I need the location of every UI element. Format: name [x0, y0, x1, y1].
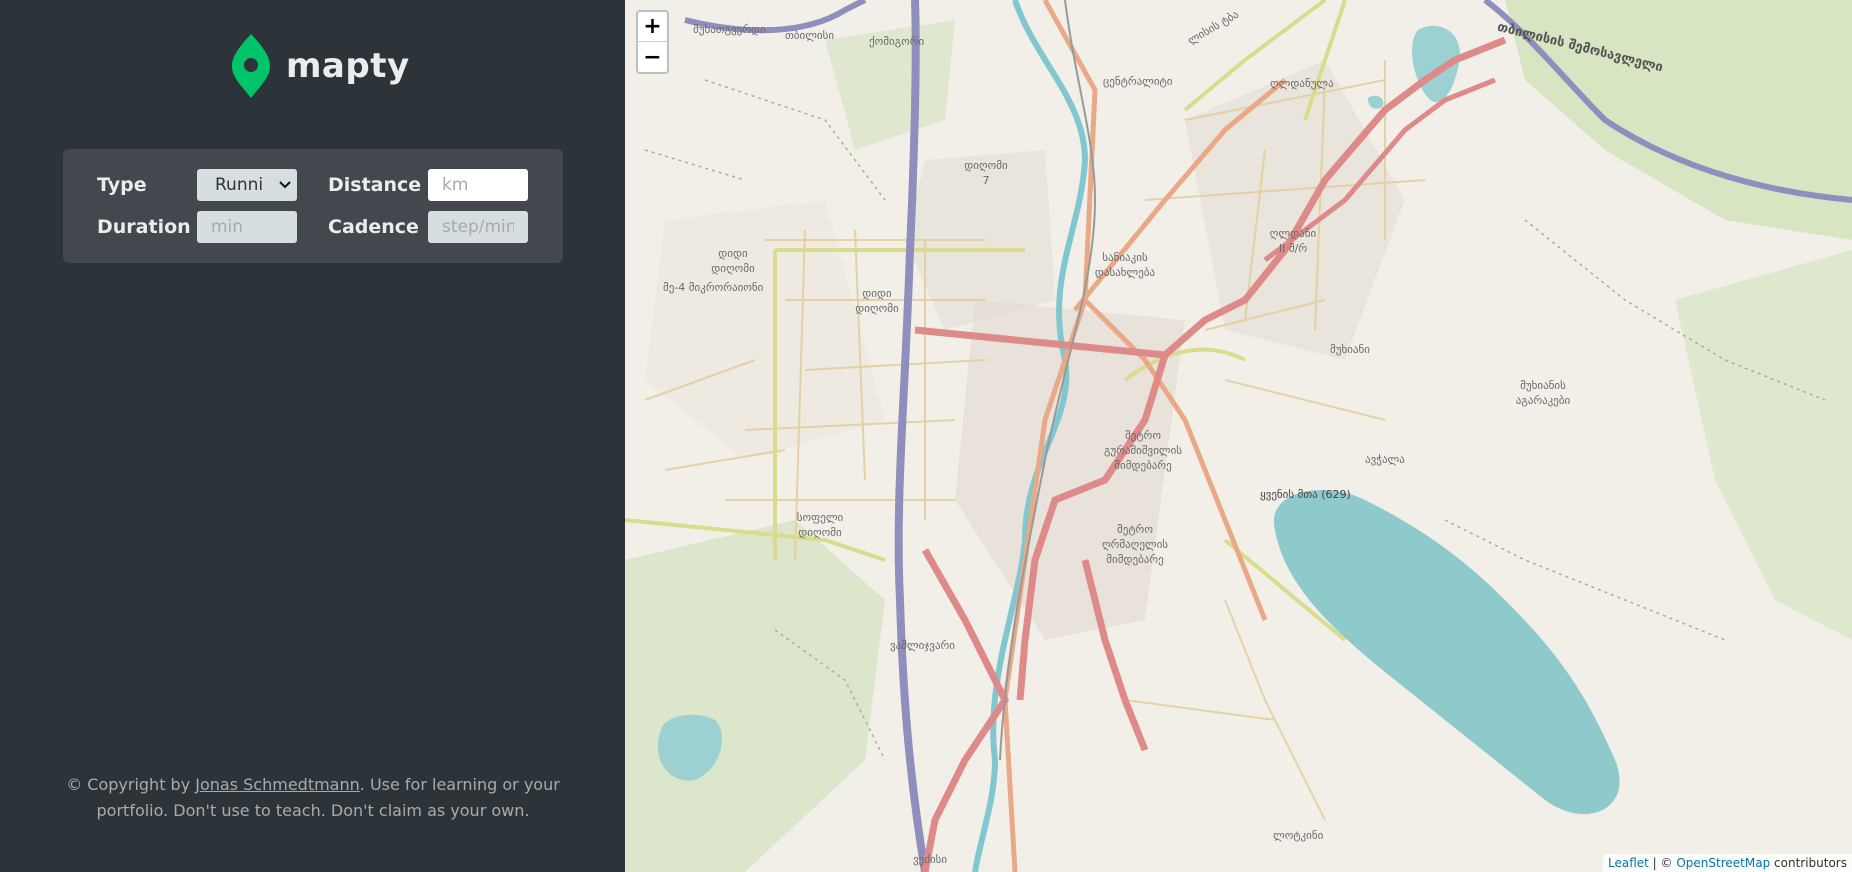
copyright-text: © Copyright by Jonas Schmedtmann. Use fo… [63, 772, 563, 824]
map-attribution: Leaflet | © OpenStreetMap contributors [1603, 854, 1852, 872]
type-select[interactable]: Runni [197, 169, 297, 201]
map-label: ყვენის მთა (629) [1260, 488, 1351, 501]
logo: mapty [230, 32, 410, 100]
chevron-down-icon [279, 181, 291, 189]
attribution-separator: | © [1648, 856, 1677, 870]
map-label: ღლდანულა [1270, 77, 1334, 90]
type-label: Type [97, 174, 147, 196]
duration-label: Duration [97, 216, 191, 238]
map-label: სანიაკის დასახლება [1094, 251, 1156, 279]
zoom-in-button[interactable]: + [638, 12, 667, 42]
cadence-input[interactable] [428, 211, 528, 243]
leaflet-link[interactable]: Leaflet [1608, 856, 1649, 870]
type-row: Type Runni [97, 169, 297, 201]
map-label: მუხიანის აგარაკები [1515, 379, 1571, 407]
duration-row: Duration [97, 211, 297, 243]
openstreetmap-link[interactable]: OpenStreetMap [1676, 856, 1770, 870]
workout-form: Type Runni Distance Duration Cadence [63, 149, 563, 263]
map-label: ვაშლიჯვარი [890, 639, 955, 652]
map-label: მუხიანი [1330, 343, 1370, 356]
sidebar: mapty Type Runni Distance Duration Caden… [0, 0, 625, 872]
map-label: მეტრო გურამიშვილის მიმდებარე [1103, 429, 1183, 472]
cadence-row: Cadence [328, 211, 528, 243]
map-label: ცენტრალიტი [1103, 75, 1173, 88]
author-link[interactable]: Jonas Schmedtmann [195, 775, 360, 794]
distance-row: Distance [328, 169, 528, 201]
type-select-value: Runni [215, 175, 264, 195]
attribution-suffix: contributors [1770, 856, 1847, 870]
map-label: მუხათგვერდი [693, 23, 766, 36]
map-label: ღლდანი II მ/რ [1269, 227, 1317, 255]
map-label: თბილისი [785, 29, 835, 42]
map[interactable]: მუხათგვერდი თბილისი ქომიგორი ცენტრალიტი … [625, 0, 1852, 872]
map-label: დიდი დიღომი [855, 287, 899, 315]
map-label: დიდი დიღომი [711, 247, 755, 275]
map-pin-icon [232, 34, 270, 98]
map-label: ვეძისი [913, 853, 948, 866]
zoom-control: + − [636, 10, 669, 74]
zoom-out-button[interactable]: − [638, 42, 667, 72]
map-label: სოფელი დიღომი [796, 511, 844, 539]
map-label: მეტრო ღრმაღელის მიმდებარე [1101, 523, 1169, 566]
map-label: ავჭალა [1365, 453, 1405, 466]
distance-label: Distance [328, 174, 422, 196]
map-label: ქომიგორი [869, 35, 925, 48]
map-label: მე-4 მიკრორაიონი [663, 281, 764, 294]
duration-input[interactable] [197, 211, 297, 243]
distance-input[interactable] [428, 169, 528, 201]
map-label: ლოტკინი [1273, 829, 1324, 842]
map-label: დიღომი 7 [964, 159, 1008, 187]
logo-text: mapty [286, 46, 410, 86]
copyright-prefix: © Copyright by [66, 775, 196, 794]
map-tiles [625, 0, 1852, 872]
cadence-label: Cadence [328, 216, 419, 238]
